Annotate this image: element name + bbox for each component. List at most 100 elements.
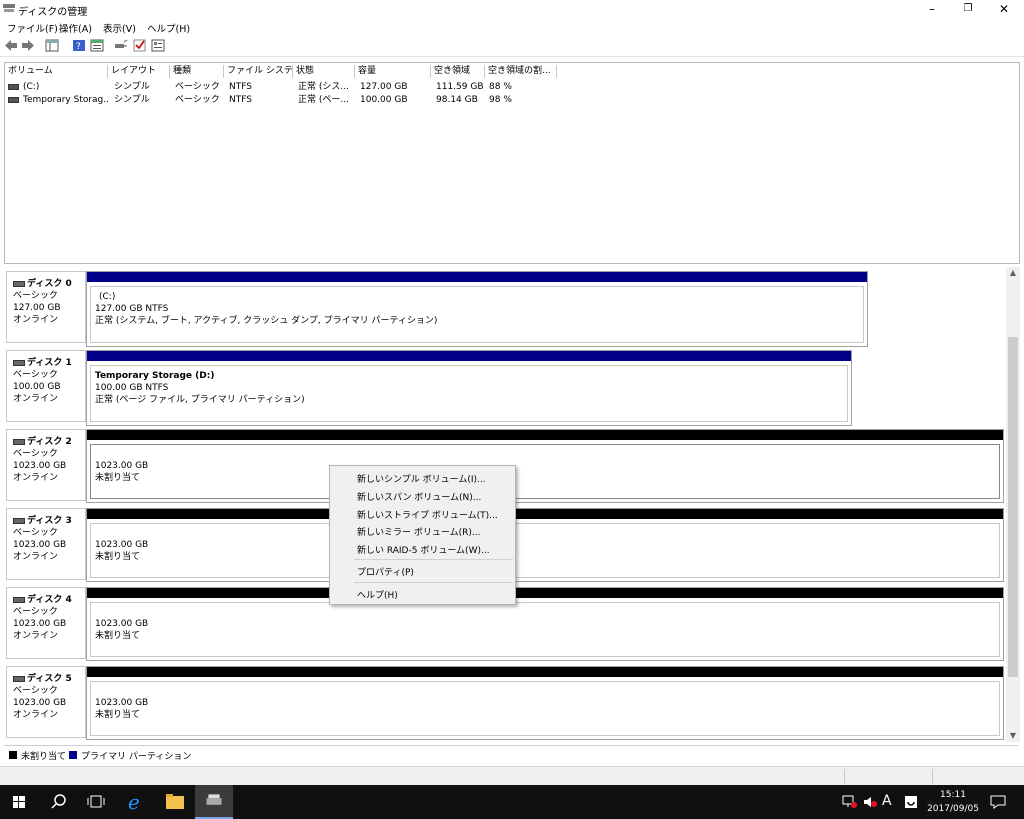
status-divider [844,769,845,784]
disk-size: 127.00 GB [13,303,61,313]
partition-d[interactable]: Temporary Storage (D:) 100.00 GB NTFS 正常… [86,350,852,426]
disk-icon [13,359,25,366]
column-header-layout[interactable]: レイアウト [108,65,170,78]
list-view-icon[interactable] [151,39,165,52]
column-header-volume[interactable]: ボリューム [5,65,108,78]
primary-partition-bar [87,351,851,361]
volume-status: 正常 (ペー... [298,95,349,105]
disk-icon [13,596,25,603]
unallocated-size: 1023.00 GB [95,698,149,708]
disk-3-label[interactable]: ディスク 3 ベーシック 1023.00 GB オンライン [6,508,86,580]
disk-1-label[interactable]: ディスク 1 ベーシック 100.00 GB オンライン [6,350,86,422]
minimize-button[interactable]: – [914,0,950,18]
disk-name: ディスク 0 [27,279,72,289]
unallocated-space-disk-3[interactable]: 1023.00 GB 未割り当て [86,508,1004,582]
status-divider [932,769,933,784]
disk-0-label[interactable]: ディスク 0 ベーシック 127.00 GB オンライン [6,271,86,343]
column-header-filesystem[interactable]: ファイル システム [224,65,293,78]
notifications-icon[interactable] [990,795,1006,809]
volume-icon [8,83,19,90]
help-icon[interactable]: ? [72,39,86,52]
console-tree-icon[interactable] [45,39,59,52]
column-header-free[interactable]: 空き領域 [431,65,485,78]
disk-4-label[interactable]: ディスク 4 ベーシック 1023.00 GB オンライン [6,587,86,659]
unallocated-space-disk-5[interactable]: 1023.00 GB 未割り当て [86,666,1004,740]
legend: 未割り当て プライマリ パーティション [4,745,1018,764]
volume-row[interactable]: Temporary Storag... シンプル ベーシック NTFS 正常 (… [5,94,1019,107]
unallocated-size: 1023.00 GB [95,460,149,472]
connect-disk-icon[interactable] [114,39,128,52]
volume-capacity: 100.00 GB [360,95,408,105]
unallocated-space-disk-2[interactable]: 1023.00 GB 未割り当て [86,429,1004,503]
disk-management-taskbar-icon[interactable] [195,785,233,819]
task-view-icon[interactable] [77,785,115,819]
unallocated-label: 未割り当て [95,472,141,484]
menu-properties[interactable]: プロパティ(P) [357,565,414,578]
volume-name-cell: (C:) [5,81,108,94]
partition-status: 正常 (システム, ブート, アクティブ, クラッシュ ダンプ, プライマリ パ… [95,316,438,326]
disk-state: オンライン [13,315,59,325]
action-center-icon[interactable] [904,795,918,809]
scroll-up-icon[interactable]: ▲ [1006,267,1020,279]
disk-state: オンライン [13,552,59,562]
scrollbar-thumb[interactable] [1008,337,1018,677]
ime-indicator[interactable]: A [882,793,892,809]
disk-size: 1023.00 GB [13,698,67,708]
disk-size: 100.00 GB [13,382,61,392]
network-icon[interactable] [842,795,858,809]
close-button[interactable]: ✕ [986,0,1022,18]
menu-new-raid5-volume[interactable]: 新しい RAID-5 ボリューム(W)... [357,543,490,556]
disk-type: ベーシック [13,449,58,459]
vertical-scrollbar[interactable]: ▲ ▼ [1006,267,1020,742]
legend-unallocated: 未割り当て [21,752,67,762]
clock-date[interactable]: 2017/09/05 [927,804,979,814]
menu-new-spanned-volume[interactable]: 新しいスパン ボリューム(N)... [357,490,481,503]
check-icon[interactable] [133,39,147,52]
unallocated-size: 1023.00 GB [95,540,149,550]
internet-explorer-icon[interactable]: e [117,785,155,819]
menu-help-item[interactable]: ヘルプ(H) [357,588,398,601]
unallocated-space-disk-4[interactable]: 1023.00 GB 未割り当て [86,587,1004,661]
properties-icon[interactable] [90,39,104,52]
menu-separator [354,582,513,583]
scroll-down-icon[interactable]: ▼ [1006,730,1020,742]
column-header-free-percent[interactable]: 空き領域の割... [485,65,557,78]
disk-2-label[interactable]: ディスク 2 ベーシック 1023.00 GB オンライン [6,429,86,501]
volume-row[interactable]: (C:) シンプル ベーシック NTFS 正常 (シス... 127.00 GB… [5,81,1019,94]
disk-state: オンライン [13,631,59,641]
menu-new-striped-volume[interactable]: 新しいストライプ ボリューム(T)... [357,508,498,521]
disk-5-label[interactable]: ディスク 5 ベーシック 1023.00 GB オンライン [6,666,86,738]
volume-fs: NTFS [229,95,252,105]
menu-action[interactable]: 操作(A) [59,21,92,35]
menu-new-simple-volume[interactable]: 新しいシンプル ボリューム(I)... [357,472,486,485]
menu-file[interactable]: ファイル(F) [7,21,58,35]
column-header-type[interactable]: 種類 [170,65,224,78]
column-header-capacity[interactable]: 容量 [355,65,431,78]
disk-type: ベーシック [13,528,58,538]
disk-type: ベーシック [13,607,58,617]
menu-view[interactable]: 表示(V) [103,21,136,35]
volume-fs: NTFS [229,82,252,92]
volume-muted-icon[interactable] [862,795,878,809]
volume-free: 111.59 GB [436,82,484,92]
clock-time[interactable]: 15:11 [936,790,970,800]
disk-icon [13,675,25,682]
unallocated-bar [87,588,1003,598]
unallocated-label: 未割り当て [95,631,141,641]
forward-arrow-icon[interactable] [21,39,35,52]
unallocated-label: 未割り当て [95,552,141,562]
volume-free-percent: 98 % [489,95,512,105]
volume-type: ベーシック [175,95,220,105]
disk-name: ディスク 1 [27,358,72,368]
back-arrow-icon[interactable] [4,39,18,52]
file-explorer-icon[interactable] [156,785,194,819]
restore-button[interactable]: ❐ [950,0,986,18]
windows-start-icon[interactable] [0,785,38,819]
column-header-status[interactable]: 状態 [293,65,355,78]
partition-c[interactable]: (C:) 127.00 GB NTFS 正常 (システム, ブート, アクティブ… [86,271,868,347]
menu-new-mirrored-volume[interactable]: 新しいミラー ボリューム(R)... [357,525,480,538]
search-icon[interactable] [40,785,78,819]
menu-help[interactable]: ヘルプ(H) [147,21,190,35]
volume-layout: シンプル [114,95,150,105]
volume-status: 正常 (シス... [298,82,349,92]
